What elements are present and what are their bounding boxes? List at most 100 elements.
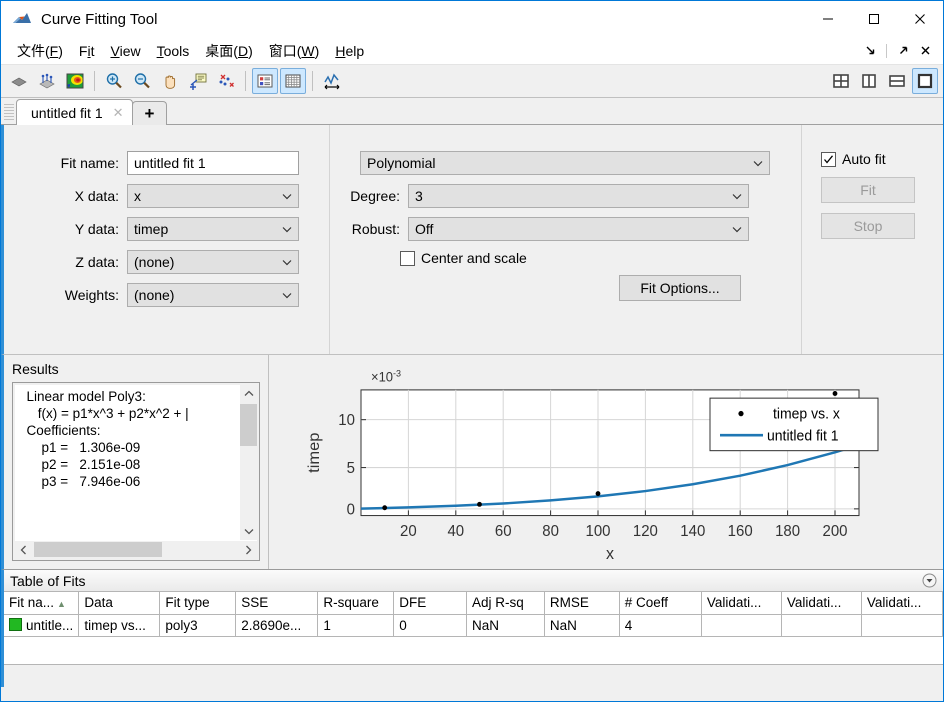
data-cursor-icon[interactable] xyxy=(185,68,211,94)
scroll-down-icon[interactable] xyxy=(240,523,257,540)
residuals-plot-icon[interactable] xyxy=(34,68,60,94)
title-bar: Curve Fitting Tool xyxy=(1,1,943,37)
fit-options-button[interactable]: Fit Options... xyxy=(619,275,741,301)
col-header-validation-3[interactable]: Validati... xyxy=(861,592,943,615)
zoom-out-icon[interactable] xyxy=(129,68,155,94)
y-data-dropdown[interactable]: timep xyxy=(127,217,299,241)
menu-bar-right-controls xyxy=(860,41,943,61)
svg-text:5: 5 xyxy=(347,460,355,477)
cell-num-coeff[interactable]: 4 xyxy=(619,614,702,637)
col-header-validation-1[interactable]: Validati... xyxy=(701,592,782,615)
sort-asc-icon: ▲ xyxy=(57,599,66,610)
z-data-dropdown[interactable]: (none) xyxy=(127,250,299,274)
menu-file[interactable]: 文件(F) xyxy=(9,38,71,64)
degree-dropdown[interactable]: 3 xyxy=(408,184,749,208)
cell-fit-type[interactable]: poly3 xyxy=(159,614,237,637)
plot-panel[interactable]: ×10-3 0 5 10 20 40 60 80 100 120 140 160 180… xyxy=(269,355,943,569)
layout-single-icon[interactable] xyxy=(912,68,938,94)
stop-button[interactable]: Stop xyxy=(821,213,915,239)
pan-icon[interactable] xyxy=(157,68,183,94)
col-header-dfe[interactable]: DFE xyxy=(393,592,467,615)
grid-toggle-icon[interactable] xyxy=(280,68,306,94)
scroll-left-icon[interactable] xyxy=(15,541,32,558)
cell-dfe[interactable]: 0 xyxy=(393,614,467,637)
col-header-data[interactable]: Data xyxy=(78,592,161,615)
results-hscroll-thumb[interactable] xyxy=(34,542,162,557)
scroll-right-icon[interactable] xyxy=(240,541,257,558)
menu-window[interactable]: 窗口(W) xyxy=(261,38,328,64)
chevron-down-icon xyxy=(280,226,294,233)
toolbar-divider-1 xyxy=(94,71,95,91)
col-header-adj-r-sq[interactable]: Adj R-sq xyxy=(466,592,545,615)
center-and-scale-checkbox[interactable]: Center and scale xyxy=(400,250,801,266)
tab-untitled-fit-1[interactable]: untitled fit 1 ✕ xyxy=(16,99,133,125)
weights-label: Weights: xyxy=(64,287,119,303)
menu-view[interactable]: View xyxy=(102,40,148,62)
cell-rmse[interactable]: NaN xyxy=(544,614,620,637)
layout-quad-icon[interactable] xyxy=(828,68,854,94)
scroll-up-icon[interactable] xyxy=(240,385,257,402)
chevron-down-circle-icon[interactable] xyxy=(921,573,937,589)
cell-fit-name[interactable]: untitle... xyxy=(4,614,80,637)
col-header-fit-type[interactable]: Fit type xyxy=(159,592,237,615)
weights-dropdown[interactable]: (none) xyxy=(127,283,299,307)
svg-text:0: 0 xyxy=(347,501,355,518)
fit-name-row: Fit name: untitled fit 1 xyxy=(4,151,329,175)
col-header-r-square[interactable]: R-square xyxy=(317,592,395,615)
tabstrip-grip[interactable] xyxy=(4,104,14,122)
minimize-button[interactable] xyxy=(805,1,851,37)
auto-fit-checkbox[interactable]: Auto fit xyxy=(821,151,943,167)
table-of-fits-table[interactable]: Fit na... ▲ Data Fit type SSE R-square DF… xyxy=(4,592,943,664)
cell-validation-2[interactable] xyxy=(781,614,862,637)
fit-name-input[interactable]: untitled fit 1 xyxy=(127,151,299,175)
tab-close-icon[interactable]: ✕ xyxy=(113,105,124,121)
results-panel: Results Linear model Poly3: f(x) = p1*x^… xyxy=(4,355,269,569)
fit-tab-strip: untitled fit 1 ✕ + xyxy=(1,98,943,125)
close-button[interactable] xyxy=(897,1,943,37)
cell-adj-r-sq[interactable]: NaN xyxy=(466,614,545,637)
menu-fit[interactable]: Fit xyxy=(71,40,103,62)
robust-dropdown[interactable]: Off xyxy=(408,217,749,241)
axes-limits-icon[interactable] xyxy=(319,68,345,94)
col-header-fit-name[interactable]: Fit na... ▲ xyxy=(4,592,80,615)
col-header-num-coeff[interactable]: # Coeff xyxy=(619,592,702,615)
cell-validation-3[interactable] xyxy=(861,614,943,637)
svg-text:200: 200 xyxy=(822,523,847,540)
fit-type-dropdown[interactable]: Polynomial xyxy=(360,151,770,175)
zoom-in-icon[interactable] xyxy=(101,68,127,94)
fit-plot[interactable]: ×10-3 0 5 10 20 40 60 80 100 120 140 160 180… xyxy=(273,359,939,565)
col-header-sse[interactable]: SSE xyxy=(235,592,319,615)
cell-data[interactable]: timep vs... xyxy=(78,614,161,637)
fit-plot-svg[interactable]: ×10-3 0 5 10 20 40 60 80 100 120 140 160 180… xyxy=(273,359,939,565)
undock-arrow-icon[interactable] xyxy=(893,41,913,61)
add-fit-tab-button[interactable]: + xyxy=(131,101,168,125)
x-data-dropdown[interactable]: x xyxy=(127,184,299,208)
menu-desktop[interactable]: 桌面(D) xyxy=(197,38,260,64)
surface-plot-icon[interactable] xyxy=(6,68,32,94)
results-vertical-scrollbar[interactable] xyxy=(239,385,257,540)
menu-help[interactable]: Help xyxy=(327,40,372,62)
contour-plot-icon[interactable] xyxy=(62,68,88,94)
results-horizontal-scrollbar[interactable] xyxy=(15,540,257,558)
layout-horizontal-split-icon[interactable] xyxy=(884,68,910,94)
toolbar xyxy=(1,65,943,98)
robust-value: Off xyxy=(415,221,434,237)
table-row[interactable]: untitle... timep vs... poly3 2.8690e... … xyxy=(4,614,943,637)
legend-toggle-icon[interactable] xyxy=(252,68,278,94)
fit-button[interactable]: Fit xyxy=(821,177,915,203)
exclude-outliers-icon[interactable] xyxy=(213,68,239,94)
cell-sse[interactable]: 2.8690e... xyxy=(235,614,319,637)
cell-r-square[interactable]: 1 xyxy=(317,614,395,637)
maximize-button[interactable] xyxy=(851,1,897,37)
menu-tools[interactable]: Tools xyxy=(149,40,198,62)
panel-close-icon[interactable] xyxy=(915,41,935,61)
svg-text:140: 140 xyxy=(680,523,705,540)
results-vscroll-thumb[interactable] xyxy=(240,404,257,446)
col-header-rmse[interactable]: RMSE xyxy=(544,592,620,615)
layout-vertical-split-icon[interactable] xyxy=(856,68,882,94)
col-header-validation-2[interactable]: Validati... xyxy=(781,592,862,615)
table-of-fits-footer xyxy=(4,664,943,687)
weights-row: Weights: (none) xyxy=(4,283,329,307)
cell-validation-1[interactable] xyxy=(701,614,782,637)
dock-arrow-icon[interactable] xyxy=(860,41,880,61)
